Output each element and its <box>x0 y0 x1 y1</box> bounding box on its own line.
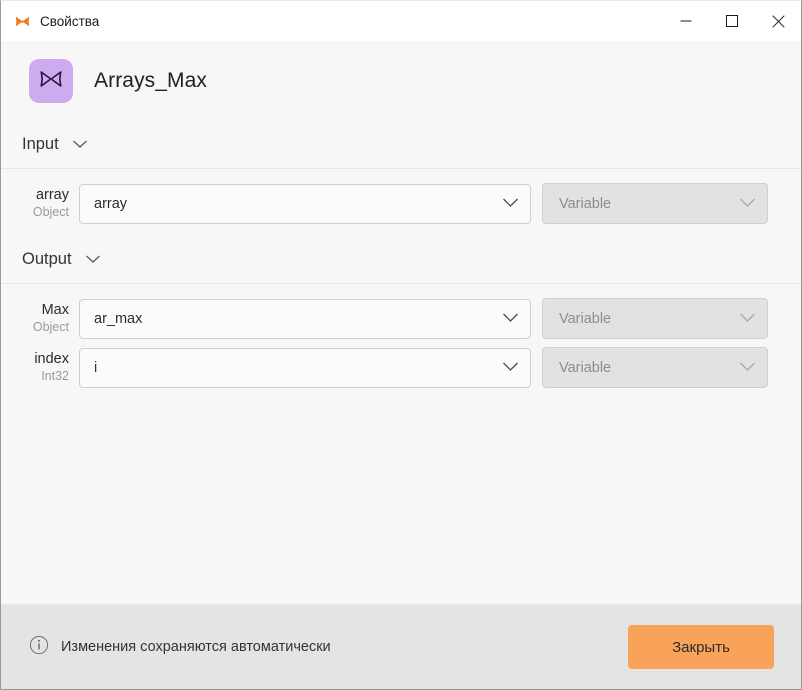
field-type: Object <box>32 320 69 335</box>
properties-body: Input array Object array Variable Output… <box>1 121 801 604</box>
butterfly-icon <box>14 13 31 30</box>
field-type: Int32 <box>41 369 69 384</box>
chevron-down-icon[interactable] <box>502 359 519 377</box>
field-name: Max <box>41 302 69 319</box>
table-row: index Int32 i Variable <box>1 347 801 388</box>
combobox-value: Variable <box>559 195 612 212</box>
chevron-down-icon[interactable] <box>739 195 756 213</box>
value-combobox-index[interactable]: i <box>79 347 531 388</box>
footer-bar: Изменения сохраняются автоматически Закр… <box>1 604 801 689</box>
title-bar: Свойства <box>1 1 801 41</box>
value-combobox-array[interactable]: array <box>79 183 531 224</box>
combobox-value: i <box>94 359 98 376</box>
table-row: Max Object ar_max Variable <box>1 298 801 339</box>
section-header-input[interactable]: Input <box>1 121 801 169</box>
close-window-button[interactable] <box>755 1 801 41</box>
close-button[interactable]: Закрыть <box>628 625 774 669</box>
value-combobox-max[interactable]: ar_max <box>79 298 531 339</box>
section-fields-input: array Object array Variable <box>1 169 801 236</box>
field-name: array <box>35 187 69 204</box>
field-label-index: index Int32 <box>1 351 79 383</box>
chevron-down-icon[interactable] <box>502 310 519 328</box>
chevron-down-icon[interactable] <box>85 251 101 269</box>
title-bar-left: Свойства <box>1 13 663 30</box>
activity-badge <box>29 59 73 103</box>
section-label-output: Output <box>22 250 72 268</box>
chevron-down-icon[interactable] <box>502 195 519 213</box>
window-controls <box>663 1 801 41</box>
section-fields-output: Max Object ar_max Variable index Int32 i… <box>1 284 801 400</box>
combobox-value: array <box>94 195 128 212</box>
combobox-value: ar_max <box>94 310 143 327</box>
properties-window: Свойства Arrays_Max Input array Object a… <box>0 0 802 690</box>
minimize-button[interactable] <box>663 1 709 41</box>
autosave-text: Изменения сохраняются автоматически <box>61 639 331 655</box>
autosave-note: Изменения сохраняются автоматически <box>29 635 628 660</box>
field-row: array Object array Variable <box>1 183 801 224</box>
field-type: Object <box>32 205 69 220</box>
chevron-down-icon[interactable] <box>72 136 88 154</box>
butterfly-icon <box>38 66 64 97</box>
combobox-value: Variable <box>559 359 612 376</box>
chevron-down-icon[interactable] <box>739 310 756 328</box>
window-title: Свойства <box>40 13 100 29</box>
maximize-button[interactable] <box>709 1 755 41</box>
chevron-down-icon[interactable] <box>739 359 756 377</box>
kind-combobox-index[interactable]: Variable <box>542 347 768 388</box>
section-header-output[interactable]: Output <box>1 236 801 284</box>
kind-combobox-max[interactable]: Variable <box>542 298 768 339</box>
section-label-input: Input <box>22 135 59 153</box>
field-label-max: Max Object <box>1 302 79 334</box>
combobox-value: Variable <box>559 310 612 327</box>
field-label-array: array Object <box>1 187 79 219</box>
kind-combobox-array[interactable]: Variable <box>542 183 768 224</box>
activity-header: Arrays_Max <box>1 41 801 121</box>
page-title: Arrays_Max <box>94 69 208 92</box>
field-name: index <box>34 351 69 368</box>
info-circle-icon <box>29 635 49 660</box>
